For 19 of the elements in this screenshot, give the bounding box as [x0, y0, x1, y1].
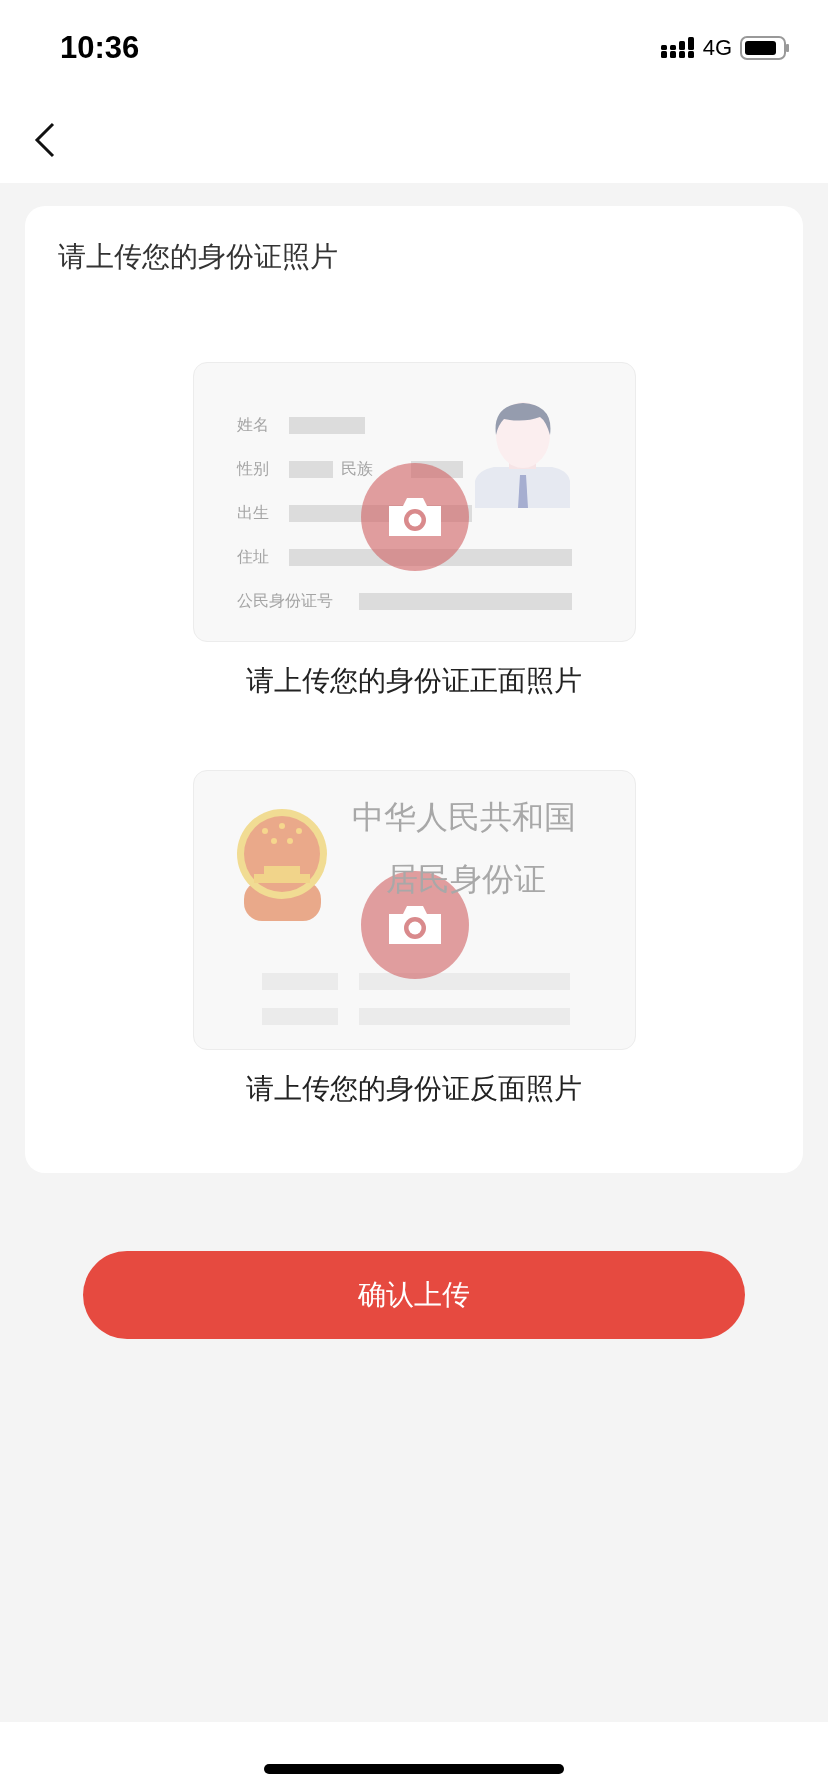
card-field-label: 性别 — [236, 461, 269, 477]
card-field-label: 公民身份证号 — [236, 593, 333, 609]
card-field-label: 姓名 — [236, 417, 269, 433]
upload-caption: 请上传您的身份证反面照片 — [246, 1072, 582, 1106]
id-card-upload-area[interactable]: 姓名 性别 民族 出生 住址 公民身份证号 — [192, 362, 636, 642]
confirm-upload-button[interactable]: 确认上传 — [83, 1251, 745, 1339]
battery-icon — [740, 36, 790, 60]
card-heading: 中华人民共和国 — [351, 801, 576, 833]
card-field-label: 出生 — [236, 505, 269, 521]
back-icon — [34, 121, 56, 158]
network-type: 4G — [702, 35, 732, 61]
camera-icon — [386, 904, 443, 946]
card-field-label: 住址 — [236, 549, 269, 565]
status-time: 10:36 — [60, 30, 140, 66]
camera-icon — [386, 496, 443, 538]
card-field-label: 民族 — [340, 461, 373, 477]
signal-icon — [660, 37, 695, 59]
card-title: 请上传您的身份证照片 — [58, 240, 339, 274]
upload-caption: 请上传您的身份证正面照片 — [246, 664, 582, 698]
